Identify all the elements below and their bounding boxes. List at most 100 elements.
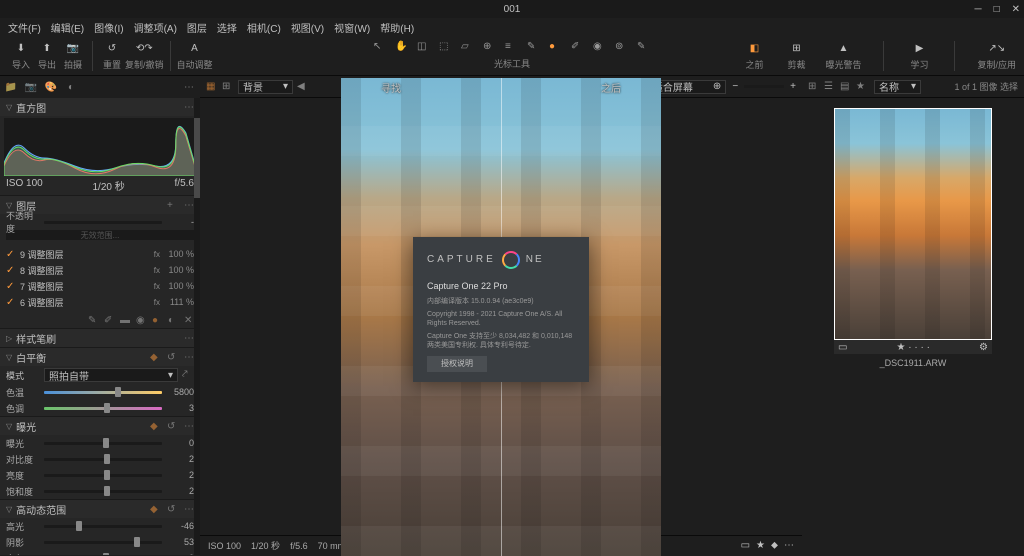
color-tag-icon[interactable]: ⬥	[771, 540, 778, 551]
import-button[interactable]: ⬇导入	[8, 40, 34, 71]
heal-tool-icon[interactable]: ◉	[593, 41, 607, 55]
view-list-icon[interactable]: ☰	[824, 81, 836, 93]
wb-tint-slider[interactable]	[44, 407, 162, 410]
reset-icon[interactable]: ↺	[167, 504, 177, 514]
gradient-icon[interactable]: ▬	[120, 315, 130, 325]
layer-row[interactable]: ✓6 调整图层fx111 %	[6, 294, 194, 310]
radial-icon[interactable]: ◉	[136, 315, 146, 325]
menu-view[interactable]: 视图(V)	[291, 20, 324, 35]
layer-row[interactable]: ✓9 调整图层fx100 %	[6, 246, 194, 262]
tab-adjust-icon[interactable]: 🎨	[44, 80, 58, 94]
menu-help[interactable]: 帮助(H)	[380, 20, 414, 35]
reset-icon[interactable]: ↺	[167, 421, 177, 431]
slider[interactable]	[44, 525, 162, 528]
slider[interactable]	[44, 541, 162, 544]
sort-dropdown[interactable]: 名称▾	[874, 80, 921, 94]
view-multi-icon[interactable]: ⊞	[222, 81, 234, 93]
tab-more-icon[interactable]: ⋯	[182, 80, 196, 94]
invert-icon[interactable]: ◐	[168, 315, 178, 325]
filter-icon[interactable]: ★	[856, 81, 868, 93]
zoom-in-icon[interactable]: +	[790, 81, 796, 92]
slider[interactable]	[44, 458, 162, 461]
annotate-tool-icon[interactable]: ✎	[637, 41, 651, 55]
spot-tool-icon[interactable]: ⊕	[483, 41, 497, 55]
gradient-tool-icon[interactable]: ●	[549, 41, 563, 55]
menu-icon[interactable]: ⋯	[184, 102, 194, 112]
minimize-icon[interactable]: ─	[974, 4, 981, 15]
close-icon[interactable]: ✕	[1012, 4, 1020, 15]
menu-icon[interactable]: ⋯	[184, 352, 194, 362]
eyedropper-icon[interactable]: ⤤	[182, 369, 194, 381]
view-filmstrip-icon[interactable]: ▤	[840, 81, 852, 93]
more-icon[interactable]: ⋯	[784, 540, 794, 551]
delete-icon[interactable]: ✕	[184, 315, 194, 325]
brush-tool-icon[interactable]: ✎	[527, 41, 541, 55]
eraser-icon[interactable]: ✐	[104, 315, 114, 325]
menu-icon[interactable]: ⋯	[184, 504, 194, 514]
check-icon[interactable]: ✓	[6, 297, 16, 308]
menu-layer[interactable]: 图层	[187, 20, 207, 35]
menu-window[interactable]: 视窗(W)	[334, 20, 370, 35]
wb-mode-dropdown[interactable]: 照拍自带▾	[44, 368, 178, 382]
slider-value[interactable]: 2	[166, 454, 194, 464]
thumbnail[interactable]	[834, 108, 992, 340]
menu-icon[interactable]: ⋯	[184, 200, 194, 210]
maximize-icon[interactable]: □	[994, 4, 1000, 15]
check-icon[interactable]: ✓	[6, 265, 16, 276]
slider[interactable]	[44, 474, 162, 477]
wb-temp-value[interactable]: 5800	[166, 387, 194, 397]
view-single-icon[interactable]: ▦	[206, 81, 218, 93]
luma-icon[interactable]: ●	[152, 315, 162, 325]
slider-value[interactable]: 2	[166, 486, 194, 496]
layer-row[interactable]: ✓8 调整图层fx100 %	[6, 262, 194, 278]
menu-image[interactable]: 图像(I)	[94, 20, 123, 35]
slider[interactable]	[44, 490, 162, 493]
menu-select[interactable]: 选择	[217, 20, 237, 35]
slider-value[interactable]: 53	[166, 537, 194, 547]
tab-colors-icon[interactable]: ◐	[64, 80, 78, 94]
clone-tool-icon[interactable]: ⊚	[615, 41, 629, 55]
hand-tool-icon[interactable]: ✋	[395, 41, 409, 55]
menu-icon[interactable]: ⋯	[184, 421, 194, 431]
background-dropdown[interactable]: 背景▾	[238, 80, 293, 94]
menu-adjust[interactable]: 调整项(A)	[134, 20, 177, 35]
export-button[interactable]: ⬆导出	[34, 40, 60, 71]
layer-row[interactable]: ✓7 调整图层fx100 %	[6, 278, 194, 294]
slider[interactable]	[44, 442, 162, 445]
eraser-tool-icon[interactable]: ✐	[571, 41, 585, 55]
capture-button[interactable]: 📷拍摄	[60, 40, 86, 71]
wb-temp-slider[interactable]	[44, 391, 162, 394]
zoom-out-icon[interactable]: −	[732, 81, 738, 92]
add-layer-icon[interactable]: +	[167, 200, 177, 210]
crop-tool-icon[interactable]: ◫	[417, 41, 431, 55]
opacity-slider[interactable]	[44, 221, 162, 224]
undo-button[interactable]: ⟲↷复制/撤销	[125, 40, 164, 71]
menu-edit[interactable]: 编辑(E)	[51, 20, 84, 35]
copy-apply-button[interactable]: ↗↘复制/应用	[977, 40, 1016, 71]
menu-camera[interactable]: 相机(C)	[247, 20, 281, 35]
fx-icon[interactable]: fx	[154, 282, 160, 291]
tab-library-icon[interactable]: 📁	[4, 80, 18, 94]
zoom-slider[interactable]	[744, 85, 784, 88]
learn-button[interactable]: ▶学习	[906, 40, 932, 71]
mask-tool-icon[interactable]: ≡	[505, 41, 519, 55]
star-icon[interactable]: ★	[756, 540, 765, 551]
view-grid-icon[interactable]: ⊞	[808, 81, 820, 93]
keystone-tool-icon[interactable]: ▱	[461, 41, 475, 55]
thumb-tag-icon[interactable]: ▭	[838, 342, 847, 353]
reset-icon[interactable]: ↺	[167, 352, 177, 362]
brush-icon[interactable]: ✎	[88, 315, 98, 325]
crop-view-button[interactable]: ⊞剪裁	[783, 40, 809, 71]
reset-button[interactable]: ↺重置	[99, 40, 125, 71]
prev-icon[interactable]: ◀	[297, 81, 309, 93]
slider-value[interactable]: -46	[166, 521, 194, 531]
wb-tint-value[interactable]: 3	[166, 403, 194, 413]
license-info-button[interactable]: 授权说明	[427, 356, 487, 372]
rating-none-icon[interactable]: ▭	[741, 540, 750, 551]
cursor-tool-icon[interactable]: ↖	[373, 41, 387, 55]
menu-icon[interactable]: ⋯	[184, 333, 194, 343]
slider-value[interactable]: 2	[166, 470, 194, 480]
tab-capture-icon[interactable]: 📷	[24, 80, 38, 94]
fx-icon[interactable]: fx	[154, 298, 160, 307]
auto-adjust-button[interactable]: A自动调整	[177, 40, 213, 71]
